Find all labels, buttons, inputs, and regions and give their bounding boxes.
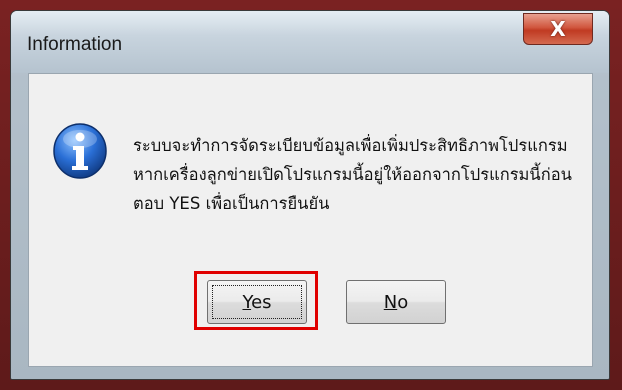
message-line-2: หากเครื่องลูกข่ายเปิดโปรแกรมนี้อยู่ให้ออ…: [133, 165, 572, 184]
window-title: Information: [27, 34, 123, 55]
information-dialog: Information X ระบบจะทำการจัดระเบียบข้อมู…: [10, 10, 610, 380]
close-icon: X: [550, 17, 566, 41]
no-button-label: No: [383, 291, 409, 313]
dialog-body: ระบบจะทำการจัดระเบียบข้อมูลเพื่อเพิ่มประ…: [28, 73, 593, 367]
close-button[interactable]: X: [523, 13, 593, 45]
info-icon: [53, 123, 107, 179]
message-line-3: ตอบ YES เพื่อเป็นการยืนยัน: [133, 194, 330, 213]
no-button[interactable]: No: [346, 280, 446, 324]
message-text: ระบบจะทำการจัดระเบียบข้อมูลเพื่อเพิ่มประ…: [133, 132, 583, 219]
title-bar: Information X: [11, 11, 609, 73]
message-line-1: ระบบจะทำการจัดระเบียบข้อมูลเพื่อเพิ่มประ…: [133, 136, 568, 155]
yes-button-label: Yes: [242, 291, 272, 313]
yes-button[interactable]: Yes: [207, 280, 307, 324]
